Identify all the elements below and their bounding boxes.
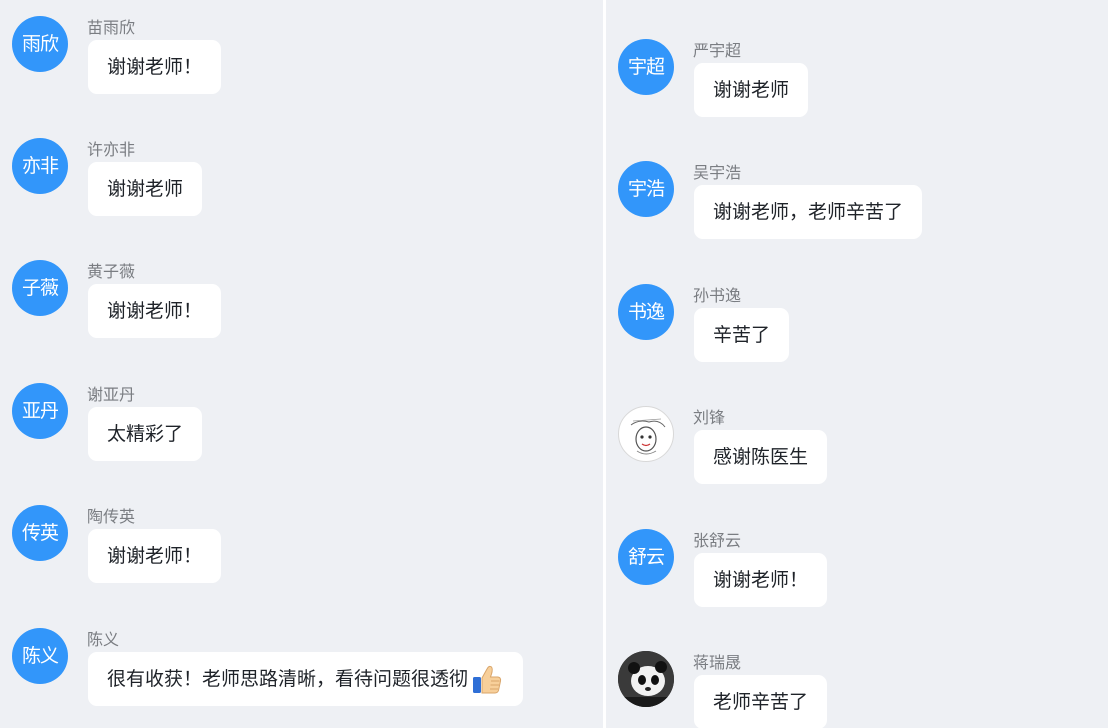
message-text: 老师辛苦了 xyxy=(713,691,809,713)
sender-name: 蒋瑞晟 xyxy=(693,653,742,672)
avatar[interactable]: 书逸 xyxy=(618,284,674,340)
message-bubble[interactable]: 谢谢老师！ xyxy=(694,553,828,607)
message-bubble[interactable]: 太精彩了 xyxy=(88,407,203,461)
message-bubble[interactable]: 谢谢老师 xyxy=(88,162,203,216)
chat-panel-right: 宇超 严宇超 谢谢老师 宇浩 吴宇浩 谢谢老师，老师辛苦了 书逸 孙书逸 辛苦了… xyxy=(606,0,1108,728)
message-bubble[interactable]: 很有收获！老师思路清晰，看待问题很透彻 xyxy=(88,652,524,706)
sender-name: 苗雨欣 xyxy=(87,18,136,37)
message-text: 谢谢老师！ xyxy=(713,569,809,591)
message-text: 谢谢老师，老师辛苦了 xyxy=(713,201,904,223)
message-bubble[interactable]: 谢谢老师！ xyxy=(88,40,222,94)
sender-name: 刘锋 xyxy=(693,408,726,427)
avatar[interactable]: 传英 xyxy=(12,505,68,561)
message-item: 宇浩 吴宇浩 谢谢老师，老师辛苦了 xyxy=(618,161,1108,261)
message-bubble[interactable]: 谢谢老师 xyxy=(694,63,809,117)
avatar[interactable]: 宇浩 xyxy=(618,161,674,217)
message-item: 亚丹 谢亚丹 太精彩了 xyxy=(12,383,603,483)
sketch-drawing-icon xyxy=(630,418,666,455)
avatar[interactable]: 舒云 xyxy=(618,529,674,585)
message-bubble[interactable]: 谢谢老师，老师辛苦了 xyxy=(694,185,923,239)
panda-avatar[interactable] xyxy=(618,651,674,707)
message-text: 谢谢老师！ xyxy=(107,56,203,78)
sender-name: 黄子薇 xyxy=(87,262,136,281)
sender-name: 张舒云 xyxy=(693,531,742,550)
sender-name: 陈义 xyxy=(87,630,120,649)
message-item: 子薇 黄子薇 谢谢老师！ xyxy=(12,260,603,360)
message-bubble[interactable]: 辛苦了 xyxy=(694,308,790,362)
sender-name: 严宇超 xyxy=(693,41,742,60)
message-text: 感谢陈医生 xyxy=(713,446,809,468)
message-text: 谢谢老师！ xyxy=(107,300,203,322)
avatar[interactable]: 亚丹 xyxy=(12,383,68,439)
message-item: 陈义 陈义 很有收获！老师思路清晰，看待问题很透彻 xyxy=(12,628,603,728)
message-bubble[interactable]: 老师辛苦了 xyxy=(694,675,828,728)
avatar[interactable]: 宇超 xyxy=(618,39,674,95)
message-text: 辛苦了 xyxy=(713,324,771,346)
sender-name: 许亦非 xyxy=(87,140,136,159)
message-text: 谢谢老师！ xyxy=(107,545,203,567)
message-item: 雨欣 苗雨欣 谢谢老师！ xyxy=(12,16,603,116)
sender-name: 陶传英 xyxy=(87,507,136,526)
avatar[interactable]: 子薇 xyxy=(12,260,68,316)
avatar[interactable]: 雨欣 xyxy=(12,16,68,72)
message-item: 亦非 许亦非 谢谢老师 xyxy=(12,138,603,238)
message-item: 刘锋 感谢陈医生 xyxy=(618,406,1108,506)
panda-icon xyxy=(618,651,674,707)
message-text: 太精彩了 xyxy=(107,423,184,445)
sender-name: 孙书逸 xyxy=(693,286,742,305)
message-bubble[interactable]: 谢谢老师！ xyxy=(88,529,222,583)
avatar[interactable]: 亦非 xyxy=(12,138,68,194)
thumbs-up-icon xyxy=(473,665,502,694)
message-item: 蒋瑞晟 老师辛苦了 xyxy=(618,651,1108,728)
message-item: 书逸 孙书逸 辛苦了 xyxy=(618,284,1108,384)
message-text: 很有收获！老师思路清晰，看待问题很透彻 xyxy=(107,668,469,690)
message-item: 传英 陶传英 谢谢老师！ xyxy=(12,505,603,605)
sender-name: 吴宇浩 xyxy=(693,163,742,182)
sender-name: 谢亚丹 xyxy=(87,385,136,404)
chat-panel-left: 雨欣 苗雨欣 谢谢老师！ 亦非 许亦非 谢谢老师 子薇 黄子薇 谢谢老师！ 亚丹… xyxy=(0,0,603,728)
message-item: 宇超 严宇超 谢谢老师 xyxy=(618,39,1108,139)
message-bubble[interactable]: 谢谢老师！ xyxy=(88,284,222,338)
message-item: 舒云 张舒云 谢谢老师！ xyxy=(618,529,1108,629)
message-bubble[interactable]: 感谢陈医生 xyxy=(694,430,828,484)
avatar[interactable]: 陈义 xyxy=(12,628,68,684)
sketch-avatar[interactable] xyxy=(618,406,674,462)
message-text: 谢谢老师 xyxy=(107,178,184,200)
message-text: 谢谢老师 xyxy=(713,79,790,101)
